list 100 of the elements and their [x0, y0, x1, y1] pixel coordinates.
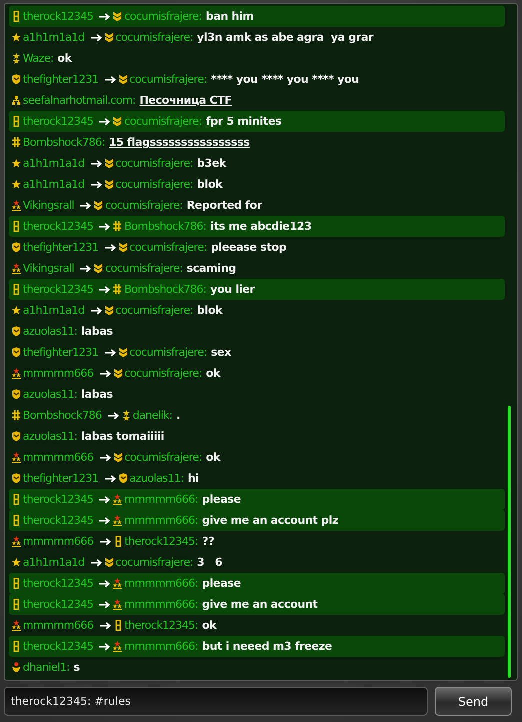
message-input-field[interactable]: therock12345: #rules [4, 687, 428, 716]
username[interactable]: cocumisfrajere: [116, 304, 194, 317]
username[interactable]: danelik: [132, 409, 172, 422]
bar-icon [12, 515, 21, 526]
username[interactable]: therock12345 [23, 514, 94, 527]
username[interactable]: cocumisfrajere: [116, 556, 194, 569]
message-text: **** you **** you **** you [211, 73, 360, 86]
username[interactable]: mmmmm666: [124, 514, 198, 527]
arrow-icon [108, 412, 120, 420]
username[interactable]: azuolas11: [23, 325, 78, 338]
username[interactable]: cocumisfrajere: [105, 262, 183, 275]
message-text: ok [206, 367, 220, 380]
star-icon [12, 305, 21, 316]
chevron-icon [113, 116, 122, 127]
username[interactable]: cocumisfrajere: [124, 367, 202, 380]
send-button[interactable]: Send [435, 687, 512, 716]
message-text: scaming [186, 262, 236, 275]
message-text: . [176, 409, 180, 422]
username[interactable]: therock12345 [23, 115, 94, 128]
username[interactable]: Bombshock786: [23, 136, 106, 149]
username[interactable]: a1h1m1a1d [23, 304, 85, 317]
bar-icon [12, 494, 21, 505]
username[interactable]: Vikingsrall [23, 262, 74, 275]
chevron-icon [104, 305, 114, 316]
stars-icon [12, 200, 21, 211]
username[interactable]: Vikingsrall [23, 199, 74, 212]
username[interactable]: thefighter1231 [23, 241, 99, 254]
username[interactable]: Bombshock786: [124, 283, 207, 296]
bar-icon [12, 599, 21, 610]
username[interactable]: mmmmm666: [124, 493, 198, 506]
username[interactable]: mmmmm666 [23, 619, 94, 632]
stars-icon [12, 53, 21, 64]
username[interactable]: cocumisfrajere: [116, 157, 194, 170]
stars-icon [113, 494, 122, 505]
username[interactable]: Bombshock786 [23, 409, 102, 422]
arrow-icon [104, 244, 117, 252]
username[interactable]: cocumisfrajere: [116, 31, 194, 44]
username[interactable]: therock12345 [23, 493, 94, 506]
username[interactable]: mmmmm666 [23, 451, 94, 464]
shield-icon [12, 74, 21, 85]
username[interactable]: dhaniel1: [23, 661, 70, 674]
flower-icon [12, 662, 21, 673]
username[interactable]: therock12345 [23, 577, 94, 590]
chevron-icon [94, 200, 104, 211]
username[interactable]: seefalnarhotmail.com: [23, 94, 136, 107]
arrow-icon [90, 34, 103, 42]
username[interactable]: cocumisfrajere: [130, 241, 208, 254]
stars-icon [12, 368, 21, 379]
username[interactable]: therock12345: [124, 619, 198, 632]
username[interactable]: azuolas11: [23, 430, 78, 443]
username[interactable]: thefighter1231 [23, 472, 99, 485]
message-text: ok [202, 619, 217, 632]
username[interactable]: cocumisfrajere: [124, 451, 202, 464]
bar-icon [12, 284, 21, 295]
username[interactable]: therock12345 [23, 283, 94, 296]
message-text: b3ek [197, 157, 226, 170]
username[interactable]: Waze: [23, 52, 54, 65]
username[interactable]: a1h1m1a1d [23, 31, 85, 44]
arrow-icon [99, 286, 112, 294]
username[interactable]: therock12345: [124, 535, 198, 548]
username[interactable]: therock12345 [23, 220, 94, 233]
arrow-icon [104, 348, 117, 356]
username[interactable]: mmmmm666 [23, 367, 94, 380]
message-text: sex [211, 346, 232, 359]
username[interactable]: a1h1m1a1d [23, 556, 85, 569]
chevron-icon [104, 158, 114, 169]
message-text: hi [188, 472, 200, 485]
username[interactable]: therock12345 [23, 10, 94, 23]
username[interactable]: azuolas11: [23, 388, 78, 401]
arrow-icon [90, 306, 103, 314]
username[interactable]: thefighter1231 [23, 73, 99, 86]
message-link[interactable]: Песочница CTF [140, 94, 232, 107]
arrow-icon [80, 264, 92, 272]
arrow-icon [99, 642, 112, 650]
username[interactable]: cocumisfrajere: [116, 178, 194, 191]
username[interactable]: Bombshock786: [124, 220, 207, 233]
username[interactable]: mmmmm666: [124, 577, 198, 590]
stars-icon [12, 620, 21, 631]
scrollbar[interactable] [508, 406, 511, 678]
star-icon [12, 179, 21, 190]
shield-icon [12, 347, 21, 358]
stars-icon [122, 410, 131, 421]
username[interactable]: a1h1m1a1d [23, 157, 85, 170]
arrow-icon [99, 222, 112, 230]
message-link[interactable]: 15 flagssssssssssssssss [109, 136, 250, 149]
chevron-icon [104, 557, 114, 568]
username[interactable]: therock12345 [23, 598, 94, 611]
arrow-icon [90, 558, 103, 566]
username[interactable]: cocumisfrajere: [130, 346, 208, 359]
username[interactable]: thefighter1231 [23, 346, 99, 359]
username[interactable]: cocumisfrajere: [124, 10, 202, 23]
username[interactable]: mmmmm666: [124, 640, 198, 653]
username[interactable]: a1h1m1a1d [23, 178, 85, 191]
username[interactable]: mmmmm666 [23, 535, 94, 548]
username[interactable]: cocumisfrajere: [105, 199, 183, 212]
username[interactable]: azuolas11: [130, 472, 184, 485]
username[interactable]: cocumisfrajere: [130, 73, 208, 86]
username[interactable]: therock12345 [23, 640, 94, 653]
username[interactable]: cocumisfrajere: [124, 115, 202, 128]
username[interactable]: mmmmm666: [124, 598, 198, 611]
